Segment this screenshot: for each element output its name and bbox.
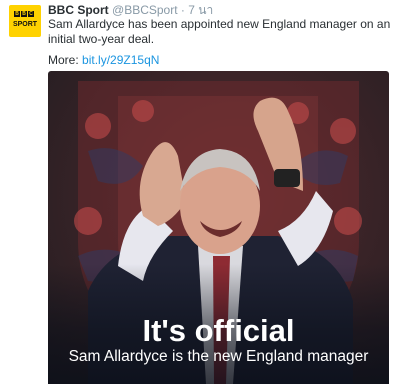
logo-letter-c: C: [28, 11, 34, 17]
logo-word: SPORT: [12, 21, 38, 28]
author-name[interactable]: BBC Sport: [48, 3, 109, 17]
more-line: More: bit.ly/29Z15qN: [48, 53, 159, 68]
media-headline: It's official: [142, 313, 295, 348]
logo-letter-b1: B: [14, 11, 20, 17]
tweet-header: BBC Sport @BBCSport · 7 นา: [48, 3, 213, 18]
media-subline: Sam Allardyce is the new England manager: [68, 348, 369, 365]
bbc-sport-avatar[interactable]: B B C SPORT: [9, 5, 41, 37]
logo-letter-b2: B: [21, 11, 27, 17]
bbc-logo: B B C: [14, 11, 34, 17]
more-link[interactable]: bit.ly/29Z15qN: [82, 53, 159, 67]
tweet-timestamp[interactable]: 7 นา: [188, 3, 213, 17]
meta-separator: ·: [180, 3, 185, 17]
tweet-media-image[interactable]: It's official Sam Allardyce is the new E…: [48, 71, 389, 384]
tweet: B B C SPORT BBC Sport @BBCSport · 7 นา S…: [0, 0, 400, 384]
author-handle[interactable]: @BBCSport: [112, 3, 178, 17]
more-label: More:: [48, 53, 79, 67]
tweet-text: Sam Allardyce has been appointed new Eng…: [48, 17, 391, 46]
